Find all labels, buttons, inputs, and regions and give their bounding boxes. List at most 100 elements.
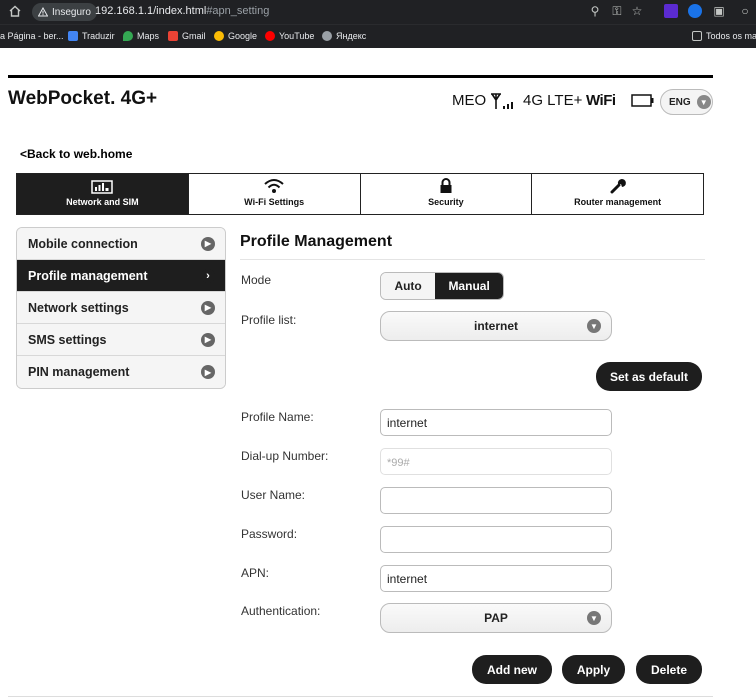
profile-name-label: Profile Name: [241,410,314,424]
lock-icon [440,178,452,193]
warning-icon [38,7,48,17]
browser-address-bar: Inseguro 192.168.1.1/index.html#apn_sett… [0,0,756,24]
wifi-icon: WiFi [586,92,616,109]
tab-router-management[interactable]: Router management [532,174,703,214]
password-label: Password: [241,527,298,541]
bookmark-item[interactable]: Traduzir [68,31,115,41]
bookmark-label: Gmail [182,31,206,41]
profile-icon[interactable]: ○ [738,4,752,18]
security-indicator[interactable]: Inseguro [32,3,97,21]
sidebar-item-sms-settings[interactable]: SMS settings ▶ [17,324,225,356]
home-icon[interactable] [8,4,22,18]
tab-security[interactable]: Security [360,174,533,214]
authentication-select[interactable]: PAP ▼ [380,603,612,633]
apply-button[interactable]: Apply [562,655,625,684]
mode-toggle: Auto Manual [380,272,504,300]
tab-label: Router management [574,197,662,207]
bookmarks-bar: a Página - ber... Traduzir Maps Gmail Go… [0,24,756,48]
network-type: 4G LTE+ [523,92,583,109]
back-link[interactable]: <Back to web.home [20,147,132,161]
extension-icon[interactable] [664,4,678,18]
tab-label: Network and SIM [66,197,139,207]
chevron-down-icon: ▼ [587,611,601,625]
profile-list-label: Profile list: [241,313,297,327]
authentication-value: PAP [484,611,508,625]
url-text[interactable]: 192.168.1.1/index.html#apn_setting [95,5,269,17]
username-input[interactable] [380,487,612,514]
bookmark-label: a Página - ber... [0,31,64,41]
authentication-label: Authentication: [241,604,321,618]
bookmark-label: Traduzir [82,31,115,41]
zoom-icon[interactable]: ⚲ [588,4,602,18]
username-label: User Name: [241,488,306,502]
bookmark-item[interactable]: Google [214,31,257,41]
profile-list-value: internet [473,319,518,333]
set-as-default-button[interactable]: Set as default [596,362,702,391]
dialup-number-input[interactable] [380,448,612,475]
profile-name-input[interactable] [380,409,612,436]
sidebar-item-profile-management[interactable]: Profile management › [17,260,225,292]
header-divider [8,75,713,78]
tab-label: Security [428,197,464,207]
mode-auto-button[interactable]: Auto [381,273,436,299]
language-label: ENG [669,96,691,108]
bookmark-item[interactable]: a Página - ber... [0,31,64,41]
wrench-icon [610,179,626,194]
folder-icon [692,31,702,41]
all-bookmarks[interactable]: Todos os mar [692,31,756,41]
sidebar-item-network-settings[interactable]: Network settings ▶ [17,292,225,324]
page-title: Profile Management [240,233,393,250]
chevron-down-icon: ▼ [587,319,601,333]
sidebar-item-label: SMS settings [28,332,107,347]
chevron-right-icon: ▶ [201,332,215,347]
bookmark-label: Maps [137,31,160,41]
globe-icon [322,31,332,41]
chevron-right-icon: › [201,268,215,283]
sidebar-item-label: Mobile connection [28,236,138,251]
apn-label: APN: [241,566,270,580]
bookmark-item[interactable]: Яндекс [322,31,366,41]
bookmark-item[interactable]: YouTube [265,31,314,41]
translate-icon [68,31,78,41]
network-icon [91,180,114,194]
chevron-down-icon: ▼ [696,95,711,109]
sidebar-item-label: PIN management [28,365,130,379]
key-icon[interactable]: ⚿ [610,4,624,18]
dialup-number-label: Dial-up Number: [241,449,329,463]
mode-manual-button[interactable]: Manual [435,273,503,299]
gmail-icon [168,31,178,41]
signal-icon [491,93,513,109]
add-new-button[interactable]: Add new [472,655,552,684]
bookmark-item[interactable]: Gmail [168,31,206,41]
puzzle-icon[interactable]: ▣ [712,4,726,18]
maps-icon [123,31,133,41]
sidebar-item-pin-management[interactable]: PIN management ▶ [17,356,225,388]
profile-list-select[interactable]: internet ▼ [380,311,612,341]
tab-wifi-settings[interactable]: Wi-Fi Settings [188,174,361,214]
title-divider [240,259,705,260]
brand-title: WebPocket. 4G+ [8,88,158,109]
bookmark-label: Google [228,31,258,41]
sidebar-item-mobile-connection[interactable]: Mobile connection ▶ [17,228,225,260]
battery-icon [631,94,654,107]
tab-network-and-sim[interactable]: Network and SIM [17,174,189,214]
apn-input[interactable] [380,565,612,592]
bookmark-label: YouTube [279,31,315,41]
sidebar-menu: Mobile connection ▶ Profile management › N… [16,227,226,389]
extension-icon[interactable] [688,4,702,18]
star-icon[interactable]: ☆ [630,4,644,18]
operator-name: MEO [452,92,487,109]
tab-label: Wi-Fi Settings [244,197,305,207]
password-input[interactable] [380,526,612,553]
chevron-right-icon: ▶ [201,300,215,315]
mode-label: Mode [241,273,272,287]
bookmark-item[interactable]: Maps [123,31,159,41]
sidebar-item-label: Profile management [28,268,148,283]
delete-button[interactable]: Delete [636,655,702,684]
language-select[interactable]: ENG ▼ [660,89,713,115]
google-icon [214,31,224,41]
main-tabs: Network and SIM Wi-Fi Settings Security … [16,173,704,215]
url-hash: #apn_setting [206,5,270,17]
chevron-right-icon: ▶ [201,365,215,379]
wifi-icon [264,179,284,193]
